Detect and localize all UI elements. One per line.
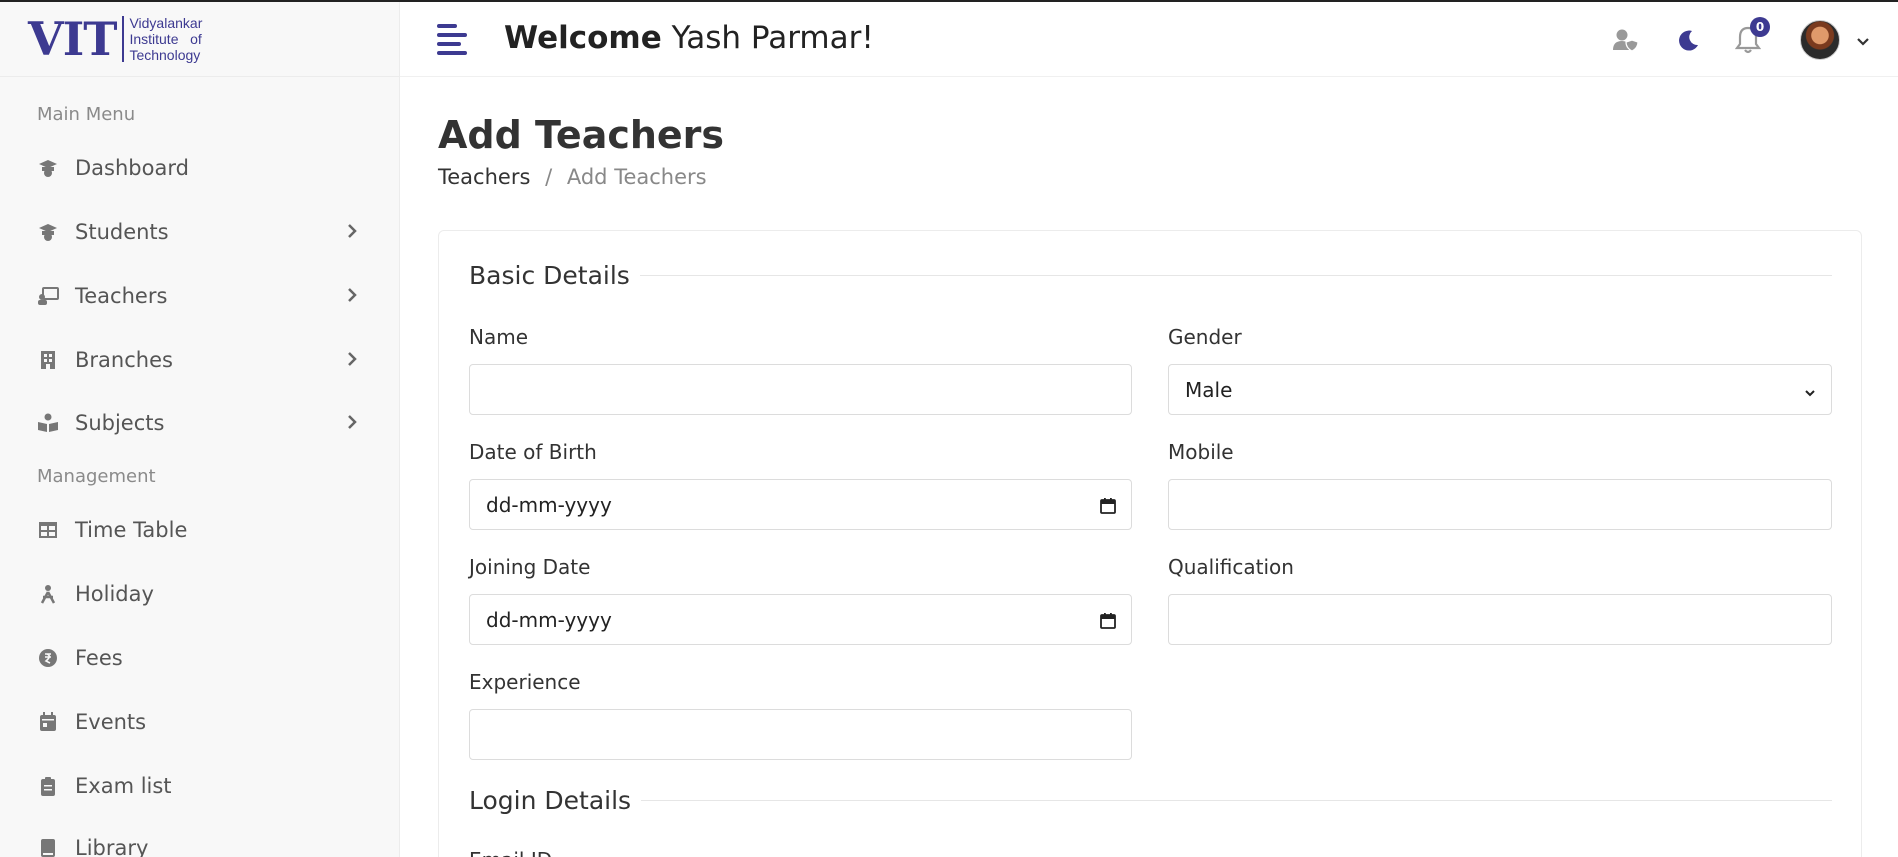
sidebar-item-label: Students xyxy=(75,220,169,244)
notification-bell-icon[interactable]: 0 xyxy=(1732,17,1770,56)
menu-toggle-icon[interactable] xyxy=(437,24,469,56)
breadcrumb-separator: / xyxy=(545,165,553,189)
email-label: Email ID xyxy=(469,848,1132,857)
sidebar-item-label: Events xyxy=(75,710,147,734)
clipboard-icon xyxy=(37,775,59,797)
section-title: Basic Details xyxy=(469,261,630,290)
page-title: Add Teachers xyxy=(438,113,725,157)
breadcrumb-current: Add Teachers xyxy=(566,165,707,189)
logo-mark: VIT xyxy=(28,12,117,66)
breadcrumb: Teachers / Add Teachers xyxy=(438,165,707,189)
logo-line-1: Vidyalankar xyxy=(129,15,203,31)
joining-date-input[interactable]: dd-mm-yyyy xyxy=(469,594,1132,645)
joining-date-label: Joining Date xyxy=(469,555,591,579)
qualification-input[interactable] xyxy=(1168,594,1832,645)
section-title: Login Details xyxy=(469,786,632,815)
sidebar-item-holiday[interactable]: Holiday xyxy=(37,574,367,614)
sidebar-item-label: Library xyxy=(75,836,149,857)
chevron-right-icon xyxy=(347,351,357,371)
joining-date-placeholder: dd-mm-yyyy xyxy=(486,607,612,632)
sidebar-item-label: Teachers xyxy=(75,284,168,308)
table-icon xyxy=(37,519,59,541)
gender-select[interactable]: Male xyxy=(1168,364,1832,415)
sidebar-item-label: Dashboard xyxy=(75,156,189,180)
sidebar-item-dashboard[interactable]: Dashboard xyxy=(37,148,367,188)
book-reader-icon xyxy=(37,412,59,434)
sidebar-item-label: Time Table xyxy=(75,518,188,542)
dob-label: Date of Birth xyxy=(469,440,597,464)
sidebar-item-subjects[interactable]: Subjects xyxy=(37,403,367,443)
graduation-cap-icon xyxy=(37,157,59,179)
top-header: Welcome Yash Parmar! 0 xyxy=(400,2,1898,77)
sidebar-item-teachers[interactable]: Teachers xyxy=(37,276,367,316)
user-shield-icon[interactable] xyxy=(1610,24,1642,56)
avatar[interactable] xyxy=(1800,20,1840,60)
sidebar-item-events[interactable]: Events xyxy=(37,702,367,742)
menu-section-main: Main Menu xyxy=(37,104,136,125)
chevron-right-icon xyxy=(347,287,357,307)
gender-selected-value: Male xyxy=(1185,377,1233,402)
sidebar-item-label: Fees xyxy=(75,646,123,670)
notification-count-badge: 0 xyxy=(1750,17,1770,37)
chevron-down-icon[interactable] xyxy=(1856,32,1870,51)
calendar-icon[interactable] xyxy=(1099,496,1117,520)
sidebar-item-library[interactable]: Library xyxy=(37,828,367,857)
name-label: Name xyxy=(469,325,529,349)
chevron-down-icon xyxy=(1803,381,1817,405)
sidebar-item-fees[interactable]: Fees xyxy=(37,638,367,678)
logo-divider xyxy=(122,16,125,62)
mobile-label: Mobile xyxy=(1168,440,1234,464)
building-icon xyxy=(37,349,59,371)
section-divider xyxy=(641,800,1832,801)
sidebar-item-label: Exam list xyxy=(75,774,172,798)
sidebar-item-label: Branches xyxy=(75,348,173,372)
name-input[interactable] xyxy=(469,364,1132,415)
chevron-right-icon xyxy=(347,223,357,243)
section-divider xyxy=(639,275,1832,276)
gender-label: Gender xyxy=(1168,325,1242,349)
calendar-icon[interactable] xyxy=(1099,611,1117,635)
sidebar-item-exam-list[interactable]: Exam list xyxy=(37,766,367,806)
logo[interactable]: VIT Vidyalankar Institute of Technology xyxy=(0,2,399,77)
sidebar-item-students[interactable]: Students xyxy=(37,212,367,252)
graduation-cap-icon xyxy=(37,221,59,243)
sidebar-item-label: Subjects xyxy=(75,411,165,435)
dob-placeholder: dd-mm-yyyy xyxy=(486,492,612,517)
dark-mode-moon-icon[interactable] xyxy=(1672,24,1704,56)
welcome-label: Welcome xyxy=(504,20,662,56)
menu-section-management: Management xyxy=(37,466,156,487)
sidebar-item-time-table[interactable]: Time Table xyxy=(37,510,367,550)
holiday-icon xyxy=(37,583,59,605)
mobile-input[interactable] xyxy=(1168,479,1832,530)
experience-input[interactable] xyxy=(469,709,1132,760)
sidebar-item-branches[interactable]: Branches xyxy=(37,340,367,380)
money-icon xyxy=(37,647,59,669)
calendar-icon xyxy=(37,711,59,733)
experience-label: Experience xyxy=(469,670,581,694)
breadcrumb-teachers-link[interactable]: Teachers xyxy=(438,165,530,189)
book-icon xyxy=(37,837,59,857)
logo-line-2: Institute of xyxy=(129,31,202,47)
dob-date-input[interactable]: dd-mm-yyyy xyxy=(469,479,1132,530)
logo-line-3: Technology xyxy=(129,47,201,63)
logo-subtitle: Vidyalankar Institute of Technology xyxy=(129,15,202,63)
add-teacher-form-card: Basic Details Name Gender Male Date of B… xyxy=(438,230,1862,857)
user-name: Yash Parmar! xyxy=(671,20,874,56)
basic-details-heading: Basic Details xyxy=(469,261,1832,290)
chevron-right-icon xyxy=(347,414,357,434)
sidebar-item-label: Holiday xyxy=(75,582,154,606)
sidebar: VIT Vidyalankar Institute of Technology … xyxy=(0,2,400,857)
qualification-label: Qualification xyxy=(1168,555,1294,579)
welcome-message: Welcome Yash Parmar! xyxy=(504,20,874,56)
login-details-heading: Login Details xyxy=(469,786,1832,815)
chalkboard-teacher-icon xyxy=(37,285,59,307)
